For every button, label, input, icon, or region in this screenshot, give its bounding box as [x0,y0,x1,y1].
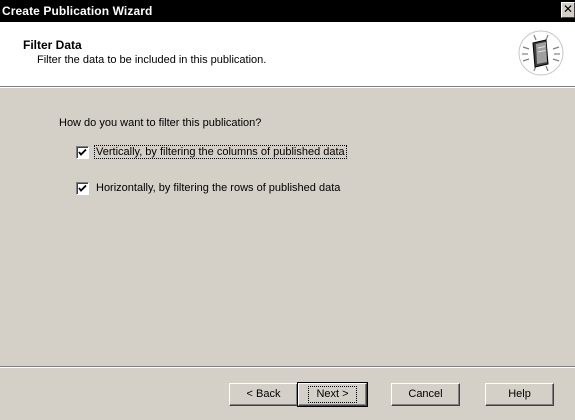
vertical-filter-label: Vertically, by filtering the columns of … [94,145,347,159]
checkmark-icon [78,148,87,156]
cancel-button-label: Cancel [408,388,443,400]
checkbox-box[interactable] [76,145,89,159]
wizard-window: Create Publication Wizard ✕ Filter Data … [0,0,575,420]
wizard-book-icon [518,30,564,76]
wizard-body: How do you want to filter this publicati… [0,88,575,366]
wizard-header: Filter Data Filter the data to be includ… [0,22,575,88]
page-description: Filter the data to be included in this p… [37,54,267,66]
next-button[interactable]: Next > [297,382,368,407]
horizontal-filter-checkbox[interactable]: Horizontally, by filtering the rows of p… [76,180,341,196]
vertical-filter-checkbox[interactable]: Vertically, by filtering the columns of … [76,144,347,160]
close-button[interactable]: ✕ [561,2,575,18]
filter-question: How do you want to filter this publicati… [59,117,262,129]
window-title: Create Publication Wizard [2,4,153,18]
checkbox-box[interactable] [76,181,89,195]
title-bar[interactable]: Create Publication Wizard ✕ [0,0,575,22]
back-button-label: < Back [246,388,281,400]
help-button-label: Help [508,388,531,400]
cancel-button[interactable]: Cancel [391,383,460,406]
back-button[interactable]: < Back [229,383,298,406]
checkmark-icon [78,184,87,192]
help-button[interactable]: Help [485,383,554,406]
close-icon: ✕ [562,2,574,16]
horizontal-filter-label: Horizontally, by filtering the rows of p… [96,182,341,194]
button-bar-separator [0,366,575,368]
next-button-label: Next > [308,386,357,403]
page-title: Filter Data [23,38,82,52]
